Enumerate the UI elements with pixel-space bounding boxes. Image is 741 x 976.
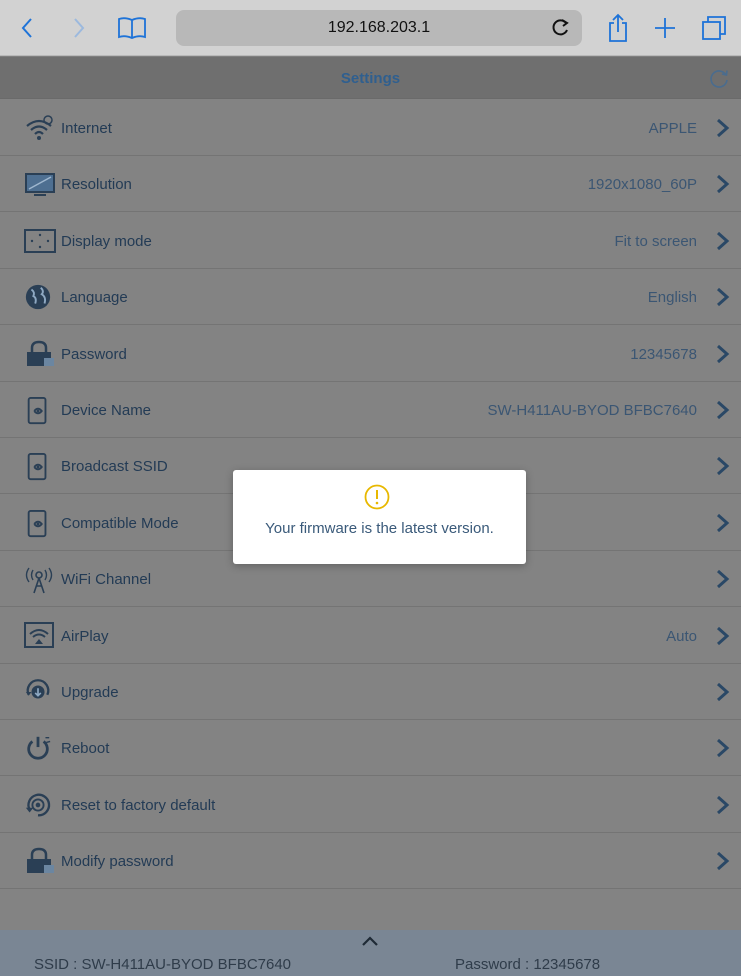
chevron-up-icon[interactable] [361,935,379,947]
settings-row-modify-password[interactable]: Modify password [0,833,741,890]
chevron-right-icon[interactable] [715,118,731,138]
chevron-right-icon[interactable] [715,795,731,815]
row-label: Resolution [61,176,132,194]
chevron-right-icon[interactable] [715,456,731,476]
chevron-right-icon[interactable] [715,287,731,307]
refresh-icon[interactable] [707,66,731,90]
settings-row-internet[interactable]: Internet APPLE [0,100,741,156]
reload-icon[interactable] [550,17,572,39]
lock-icon [24,847,54,875]
row-value: 12345678 [630,345,697,363]
alert-message: Your firmware is the latest version. [265,520,494,537]
chevron-right-icon[interactable] [715,738,731,758]
address-bar[interactable]: 192.168.203.1 [176,10,582,46]
plus-icon [655,18,675,38]
settings-row-display-mode[interactable]: Display mode Fit to screen [0,213,741,269]
settings-row-reboot[interactable]: Reboot [0,720,741,777]
footer-password: Password : 12345678 [455,956,601,973]
device-icon [24,509,54,537]
row-value: English [647,289,697,307]
reset-icon [24,791,54,819]
firmware-alert-dialog: Your firmware is the latest version. [233,470,526,564]
share-button[interactable] [601,10,635,46]
tabs-icon [702,16,726,40]
chevron-right-icon [74,18,85,38]
row-label: Device Name [61,402,152,419]
settings-row-resolution[interactable]: Resolution 1920x1080_60P [0,156,741,213]
new-tab-button[interactable] [648,10,682,46]
globe-icon [24,283,54,311]
row-label: AirPlay [61,627,109,645]
row-label: Compatible Mode [61,514,179,532]
share-icon [609,13,627,42]
chevron-right-icon[interactable] [715,344,731,364]
chevron-left-icon [21,18,32,38]
row-value: APPLE [648,120,697,137]
row-label: Display mode [61,232,152,250]
settings-row-upgrade[interactable]: Upgrade [0,664,741,720]
row-label: Reboot [61,740,110,758]
browser-toolbar: 192.168.203.1 [0,0,741,56]
row-label: Internet [61,120,112,137]
airplay-icon [24,621,54,650]
lock-icon [24,340,54,368]
bookmarks-button[interactable] [112,10,152,46]
monitor-icon [24,170,55,198]
settings-row-device-name[interactable]: Device Name SW-H411AU-BYOD BFBC7640 [0,382,741,438]
row-label: WiFi Channel [61,571,152,589]
chevron-right-icon[interactable] [715,626,731,646]
wifi-icon [24,114,54,142]
row-value: Fit to screen [614,232,697,250]
settings-row-language[interactable]: Language English [0,269,741,326]
row-label: Modify password [61,853,174,871]
footer-ssid: SSID : SW-H411AU-BYOD BFBC7640 [34,956,292,973]
settings-header: Settings [0,57,741,99]
warning-icon [364,484,390,510]
url-text: 192.168.203.1 [327,19,431,36]
chevron-right-icon[interactable] [715,231,731,251]
chevron-right-icon[interactable] [715,513,731,533]
chevron-right-icon[interactable] [715,682,731,702]
settings-row-reset-to-factory-default[interactable]: Reset to factory default [0,777,741,833]
power-icon [24,734,54,762]
row-label: Broadcast SSID [61,458,168,476]
chevron-right-icon[interactable] [715,174,731,194]
book-icon [118,17,146,39]
display-mode-icon [24,227,56,255]
connection-info-bar: SSID : SW-H411AU-BYOD BFBC7640 Password … [0,930,741,976]
chevron-right-icon[interactable] [715,569,731,589]
device-icon [24,452,54,481]
row-value: SW-H411AU-BYOD BFBC7640 [487,402,697,419]
row-label: Reset to factory default [61,796,216,814]
settings-row-password[interactable]: Password 12345678 [0,326,741,382]
chevron-right-icon[interactable] [715,400,731,420]
upgrade-icon [24,678,54,706]
row-value: Auto [666,627,697,645]
page-title: Settings [340,70,401,87]
row-label: Password [61,345,127,363]
row-label: Upgrade [61,684,119,701]
device-icon [24,396,54,425]
back-button[interactable] [10,10,44,46]
antenna-icon [24,565,54,594]
tabs-button[interactable] [697,10,731,46]
row-label: Language [61,289,128,307]
chevron-right-icon[interactable] [715,851,731,871]
forward-button[interactable] [62,10,96,46]
row-value: 1920x1080_60P [587,176,697,194]
settings-row-airplay[interactable]: AirPlay Auto [0,608,741,664]
